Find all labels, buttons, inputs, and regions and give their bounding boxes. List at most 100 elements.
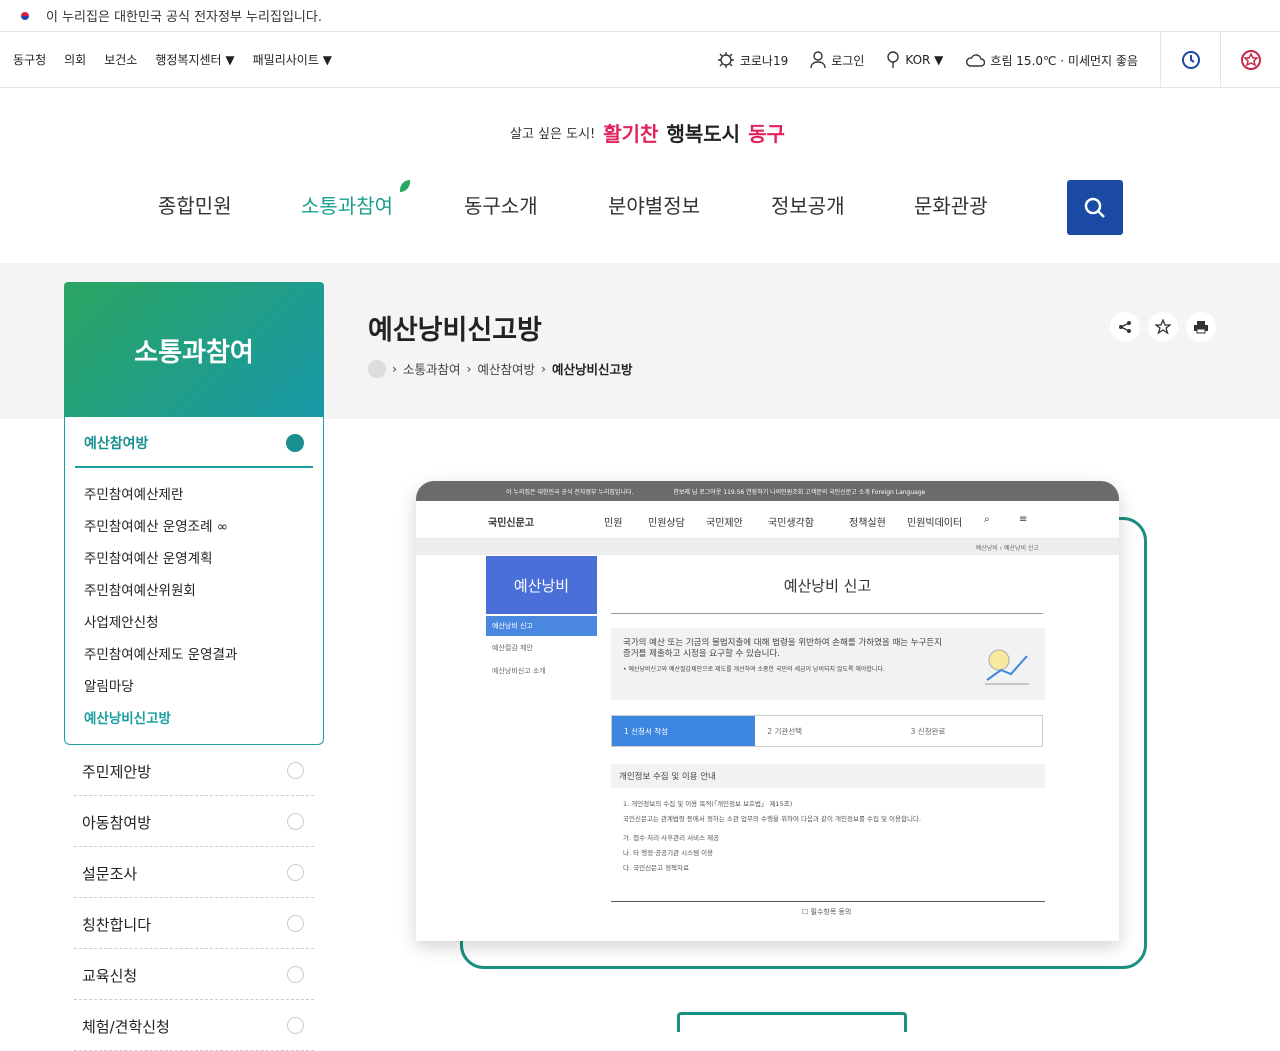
mock-topbar: 이 누리집은 대한민국 공식 전자정부 누리집입니다. 한보레 님 로그아웃 1… [416, 481, 1119, 501]
mock-agree: ☐ 필수항목 동의 [802, 908, 852, 916]
sub-item[interactable]: 사업제안신청 [84, 611, 159, 631]
favorite-button[interactable] [1148, 312, 1178, 342]
util-link-center[interactable]: 행정복지센터 ▼ [155, 51, 234, 68]
mock-breadcrumb: 예산낭비 › 예산낭비 신고 [975, 545, 1039, 552]
side-menu-survey[interactable]: 설문조사 [74, 848, 314, 898]
mock-nav-item: 국민제안 [706, 518, 743, 529]
weather-info: 흐림 15.0℃ · 미세먼지 좋음 [965, 52, 1138, 69]
sub-item[interactable]: 주민참여예산 운영조례 ∞ [84, 515, 228, 535]
home-icon[interactable] [368, 359, 386, 378]
breadcrumb-item[interactable]: 소통과참여 [403, 359, 461, 378]
korea-flag-icon [16, 9, 34, 22]
side-menu-tour[interactable]: 체험/견학신청 [74, 1001, 314, 1051]
star-icon [1155, 319, 1171, 335]
mock-info-note: • 예산낭비신고와 예산절감제안으로 제도를 개선하여 소중한 국민의 세금이 … [623, 666, 885, 674]
page-title: 예산낭비신고방 [368, 315, 542, 346]
logo-word3: 동구 [748, 122, 785, 146]
coin-chart-icon [985, 649, 1029, 685]
search-icon [1084, 197, 1105, 218]
search-button[interactable] [1067, 180, 1123, 235]
chevron-down-icon [287, 1017, 304, 1034]
side-menu-proposal[interactable]: 주민제안방 [74, 746, 314, 796]
language-select[interactable]: KOR ▼ [886, 51, 943, 69]
util-link-health[interactable]: 보건소 [104, 51, 137, 68]
breadcrumb: › 소통과참여 › 예산참여방 › 예산낭비신고방 [368, 359, 633, 378]
cloud-icon [966, 54, 986, 67]
side-menu-education[interactable]: 교육신청 [74, 950, 314, 1000]
service-screenshot: 이 누리집은 대한민국 공식 전자정부 누리집입니다. 한보레 님 로그아웃 1… [416, 481, 1119, 941]
mock-nav: 국민신문고 민원 민원상담 국민제안 국민생각함 정책실현 민원빅데이터 ⌕ ≡ [416, 501, 1119, 539]
login-link[interactable]: 로그인 [810, 51, 864, 69]
logo-word1: 활기찬 [603, 122, 659, 146]
login-label: 로그인 [831, 53, 865, 68]
mock-breadcrumb-bar: 예산낭비 › 예산낭비 신고 [416, 539, 1119, 555]
chevron-up-icon[interactable] [286, 434, 304, 452]
side-menu-label: 주민제안방 [82, 763, 152, 781]
sub-item[interactable]: 주민참여예산제도 운영결과 [84, 643, 237, 663]
history-button[interactable] [1160, 32, 1220, 88]
sub-item[interactable]: 주민참여예산위원회 [84, 579, 196, 599]
sub-item-active[interactable]: 예산낭비신고방 [84, 707, 171, 727]
mock-title-line [611, 613, 1043, 614]
util-link-family[interactable]: 패밀리사이트 ▼ [253, 51, 332, 68]
mock-side-item: 예산절감 제안 [492, 644, 533, 652]
sub-item[interactable]: 주민참여예산제란 [84, 483, 183, 503]
logo-slogan: 살고 싶은 도시! [510, 127, 596, 142]
mock-side-active: 예산낭비 신고 [486, 616, 597, 636]
mock-nav-item: 국민생각함 [768, 518, 814, 529]
gnb-item-about[interactable]: 동구소개 [464, 190, 538, 219]
corona-label: 코로나19 [739, 53, 789, 68]
side-submenu: 예산참여방 주민참여예산제란 주민참여예산 운영조례 ∞ 주민참여예산 운영계획… [64, 417, 324, 745]
mock-privacy-line: 다. 국민신문고 정책자료 [623, 864, 689, 873]
gnb-item-civil[interactable]: 종합민원 [158, 190, 232, 219]
share-icon [1119, 321, 1131, 333]
util-link-gu[interactable]: 동구청 [13, 51, 46, 68]
mock-notice: 이 누리집은 대한민국 공식 전자정부 누리집입니다. [506, 488, 634, 496]
print-icon [1194, 321, 1208, 334]
breadcrumb-sep: › [466, 361, 472, 376]
side-menu-label: 교육신청 [82, 967, 138, 985]
mock-nav-item: 민원상담 [648, 518, 685, 529]
util-link-council[interactable]: 의회 [64, 51, 86, 68]
mock-nav-item: 민원빅데이터 [907, 518, 963, 529]
side-menu-praise[interactable]: 칭찬합니다 [74, 899, 314, 949]
site-logo[interactable]: 살고 싶은 도시! 활기찬 행복도시 동구 [510, 118, 785, 147]
chevron-down-icon [287, 966, 304, 983]
mock-privacy-heading: 개인정보 수집 및 이용 안내 [611, 764, 1045, 788]
chevron-down-icon [287, 813, 304, 830]
sub-item[interactable]: 주민참여예산 운영계획 [84, 547, 213, 567]
share-button[interactable] [1110, 312, 1140, 342]
side-divider [75, 466, 313, 468]
side-menu-label: 체험/견학신청 [82, 1018, 170, 1036]
gnb-item-culture[interactable]: 문화관광 [914, 190, 988, 219]
breadcrumb-sep: › [392, 361, 397, 376]
emblem-button[interactable] [1220, 32, 1280, 88]
history-icon [1181, 51, 1200, 69]
print-button[interactable] [1186, 312, 1216, 342]
gnb-item-participation[interactable]: 소통과참여 [301, 190, 393, 219]
page-tools [1110, 312, 1216, 342]
side-open-title[interactable]: 예산참여방 [84, 433, 148, 453]
mock-side-item: 예산낭비신고 소개 [492, 667, 546, 675]
side-menu-label: 아동참여방 [82, 814, 152, 832]
mock-steps: 1 신청서 작성 2 기관선택 3 신청완료 [611, 715, 1043, 747]
breadcrumb-item[interactable]: 예산참여방 [478, 359, 536, 378]
mock-privacy-line: 나. 타 행정·공공기관 시스템 이용 [623, 849, 714, 858]
mock-info-box: 국가의 예산 또는 기금의 불법지출에 대해 법령을 위반하여 손해를 가하였을… [611, 628, 1045, 700]
next-section-box [677, 1012, 907, 1032]
side-menu-child[interactable]: 아동참여방 [74, 797, 314, 847]
breadcrumb-current: 예산낭비신고방 [552, 362, 633, 377]
emblem-icon [1240, 50, 1261, 70]
globe-pin-icon [887, 51, 900, 68]
gov-notice-bar: 이 누리집은 대한민국 공식 전자정부 누리집입니다. [0, 0, 1280, 32]
mock-menu-icon: ≡ [1019, 514, 1028, 525]
sub-item[interactable]: 알림마당 [84, 675, 134, 695]
side-heading: 소통과참여 [64, 282, 324, 418]
utility-bar: 동구청 의회 보건소 행정복지센터 ▼ 패밀리사이트 ▼ 코로나19 로그인 K… [0, 32, 1280, 88]
mock-logo: 국민신문고 [488, 518, 534, 529]
gnb-item-fields[interactable]: 분야별정보 [608, 190, 700, 219]
gnb-item-disclosure[interactable]: 정보공개 [771, 190, 845, 219]
side-menu-label: 칭찬합니다 [82, 916, 152, 934]
corona-link[interactable]: 코로나19 [717, 51, 788, 69]
mock-info-text: 국가의 예산 또는 기금의 불법지출에 대해 법령을 위반하여 손해를 가하였을… [623, 638, 943, 660]
